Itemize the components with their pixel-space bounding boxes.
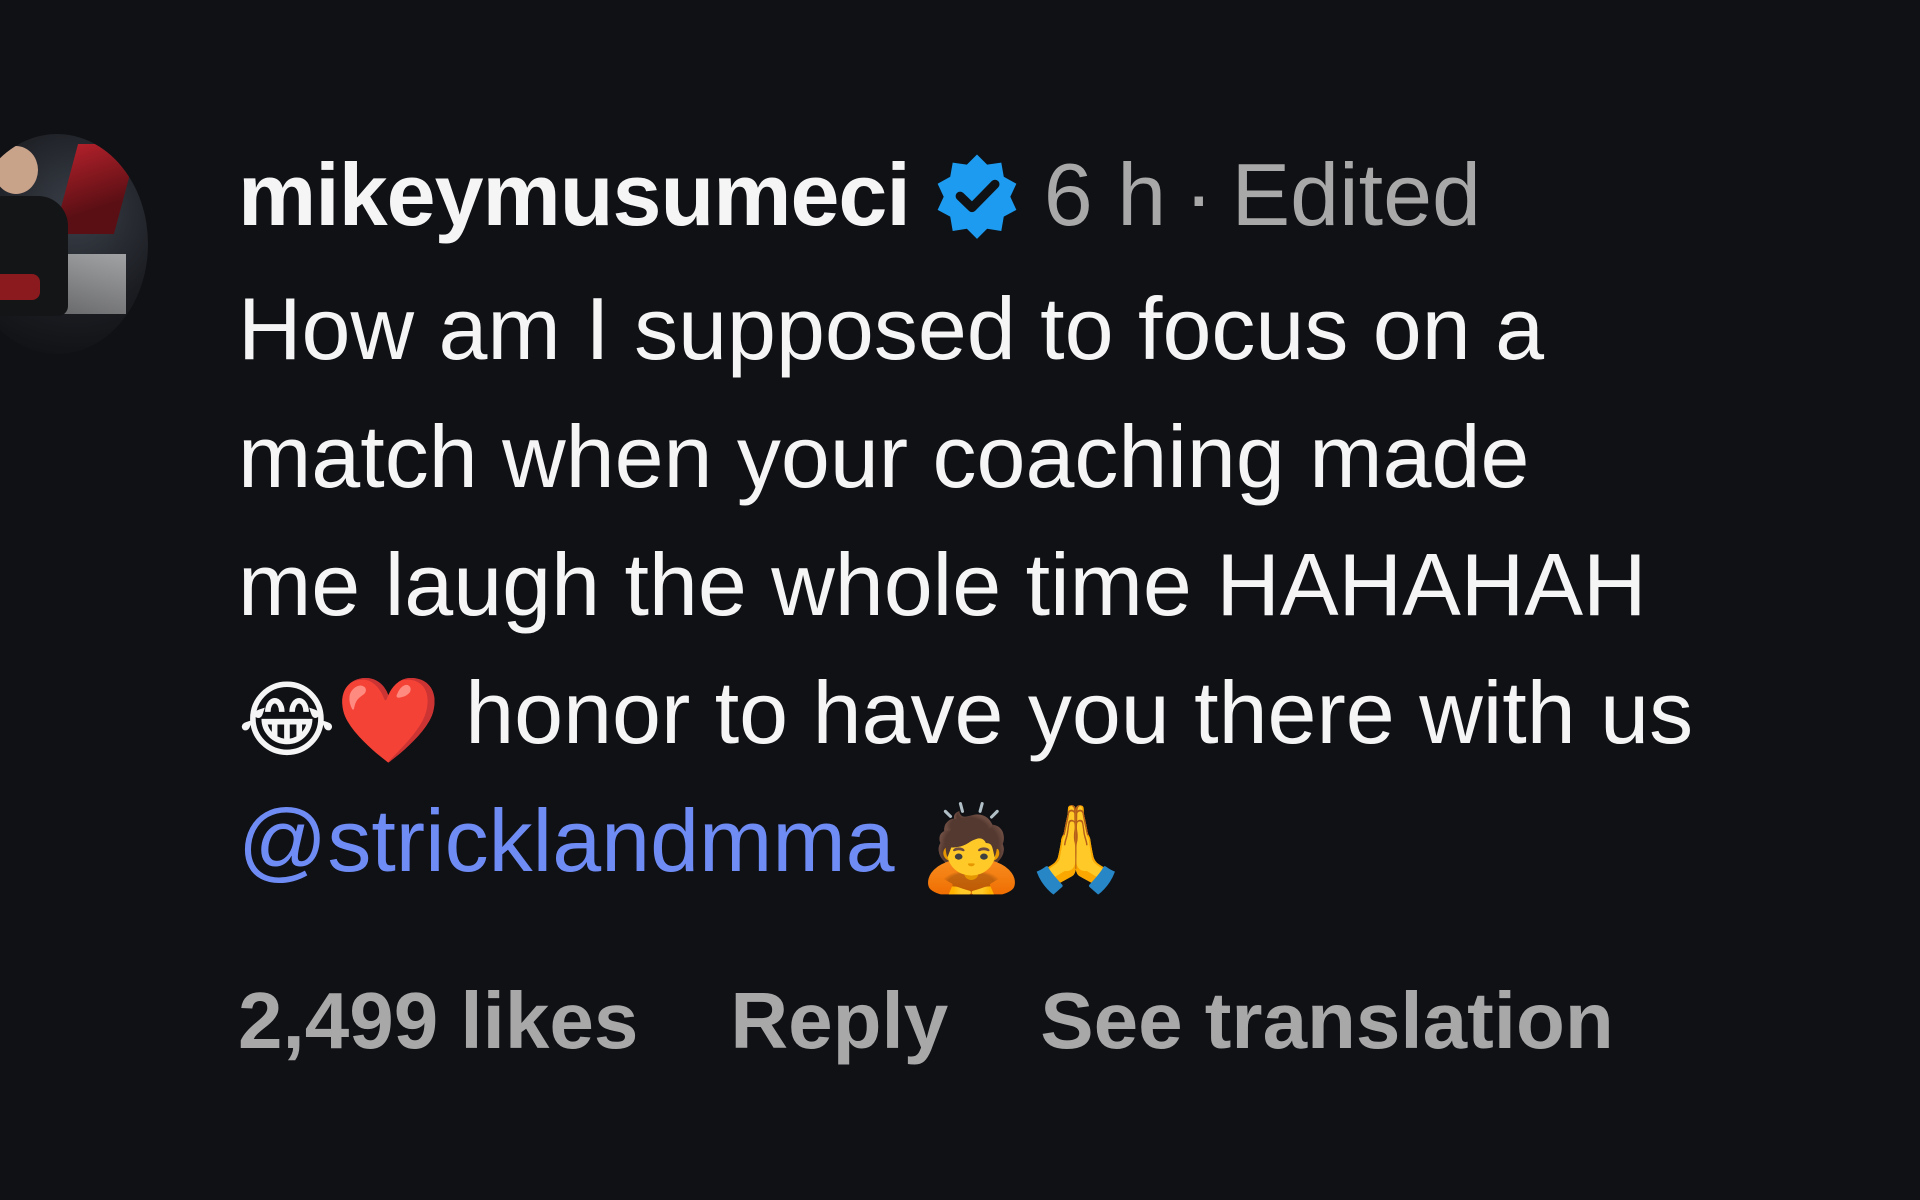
reply-button[interactable]: Reply (730, 975, 948, 1067)
comment-body: How am I supposed to focus on a match wh… (238, 265, 1918, 905)
comment-header: mikeymusumeci 6 h · Edited (238, 145, 1918, 245)
comment-body-line-4: honor to have you there with us (465, 663, 1694, 762)
timestamp: 6 h (1043, 145, 1167, 244)
comment-body-line-4-wrapper: 😂❤️ honor to have you there with us (238, 649, 1918, 777)
comment-actions: 2,499 likes Reply See translation (238, 975, 1706, 1067)
avatar[interactable] (0, 134, 148, 354)
avatar-belt (0, 274, 40, 300)
praying-hands-emoji-icon: 🙏 (1023, 798, 1129, 897)
heart-emoji-icon: ❤️ (336, 670, 441, 769)
comment-body-line-3: me laugh the whole time HAHAHAH (238, 535, 1647, 634)
avatar-figure-head (0, 146, 38, 194)
comment-body-line-1: How am I supposed to focus on a (238, 279, 1545, 378)
laughing-emoji-icon: 😂 (238, 670, 337, 769)
likes-count[interactable]: 2,499 likes (238, 975, 638, 1067)
comment: mikeymusumeci 6 h · Edited How am I supp… (0, 0, 1920, 1200)
meta-separator: · (1184, 145, 1214, 244)
comment-body-line-2: match when your coaching made (238, 407, 1530, 506)
see-translation-button[interactable]: See translation (1040, 975, 1614, 1067)
verified-badge-icon (932, 150, 1022, 240)
comment-content: mikeymusumeci 6 h · Edited How am I supp… (238, 145, 1918, 905)
comment-body-line-5-wrapper: @stricklandmma 🙇🙏 (238, 777, 1918, 905)
username-link[interactable]: mikeymusumeci (238, 144, 911, 246)
edited-label: Edited (1231, 145, 1481, 244)
mention-link[interactable]: @stricklandmma (238, 791, 895, 890)
bowing-person-emoji-icon: 🙇 (919, 798, 1024, 897)
